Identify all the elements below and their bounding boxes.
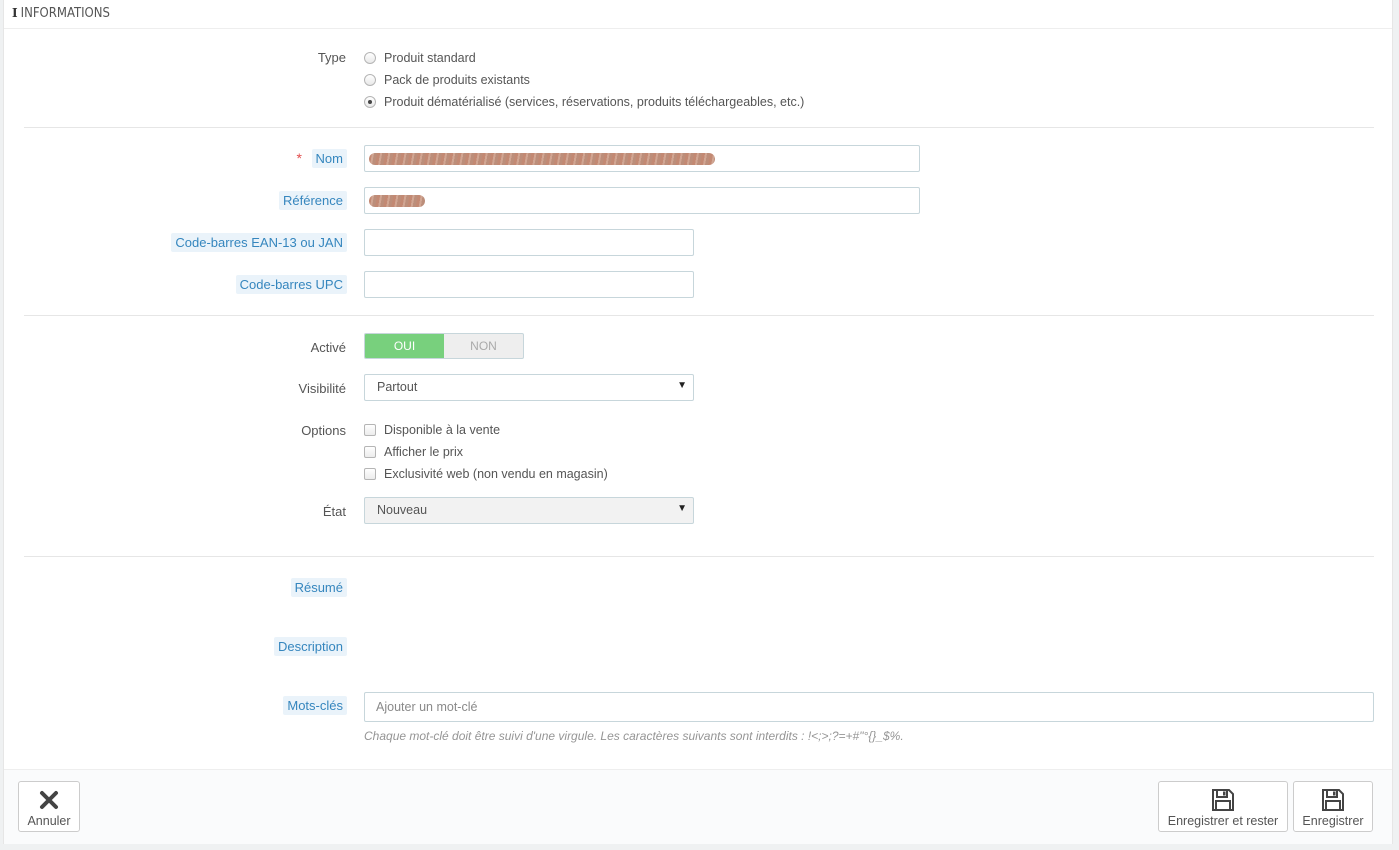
checkbox-icon[interactable] bbox=[364, 424, 376, 436]
floppy-disk-icon bbox=[1321, 782, 1345, 814]
radio-icon[interactable] bbox=[364, 74, 376, 86]
visibility-value: Partout bbox=[377, 380, 418, 394]
keywords-input[interactable]: Ajouter un mot-clé bbox=[364, 692, 1374, 722]
panel-heading-title: Informations bbox=[20, 6, 110, 21]
visibility-select[interactable]: Partout ▼ bbox=[364, 374, 694, 401]
dropdown-arrow-icon: ▼ bbox=[677, 380, 687, 391]
save-button[interactable]: Enregistrer bbox=[1293, 781, 1373, 832]
summary-label: Résumé bbox=[290, 578, 347, 597]
name-label: Nom bbox=[311, 149, 347, 168]
checkbox-icon[interactable] bbox=[364, 468, 376, 480]
type-label: Type bbox=[317, 50, 346, 65]
name-input[interactable] bbox=[364, 145, 920, 172]
type-radio-standard[interactable]: Produit standard bbox=[364, 49, 476, 67]
reference-input[interactable] bbox=[364, 187, 920, 214]
option-label: Disponible à la vente bbox=[384, 423, 501, 437]
option-label: Exclusivité web (non vendu en magasin) bbox=[384, 467, 608, 481]
divider bbox=[24, 315, 1374, 316]
cancel-button-label: Annuler bbox=[27, 814, 71, 828]
close-icon bbox=[38, 782, 60, 814]
active-switch-on[interactable]: OUI bbox=[365, 334, 444, 358]
ean13-input[interactable] bbox=[364, 229, 694, 256]
redacted-text bbox=[369, 153, 715, 165]
active-switch-off[interactable]: NON bbox=[444, 334, 523, 358]
divider bbox=[24, 127, 1374, 128]
active-switch[interactable]: OUI NON bbox=[364, 333, 524, 359]
checkbox-icon[interactable] bbox=[364, 446, 376, 458]
upc-input[interactable] bbox=[364, 271, 694, 298]
ean13-label: Code-barres EAN-13 ou JAN bbox=[171, 233, 347, 252]
option-show-price[interactable]: Afficher le prix bbox=[364, 443, 463, 461]
options-label: Options bbox=[301, 423, 346, 438]
save-button-label: Enregistrer bbox=[1302, 814, 1364, 828]
cancel-button[interactable]: Annuler bbox=[18, 781, 80, 832]
keywords-placeholder: Ajouter un mot-clé bbox=[376, 700, 478, 714]
condition-select[interactable]: Nouveau ▼ bbox=[364, 497, 694, 524]
save-and-stay-label: Enregistrer et rester bbox=[1167, 814, 1279, 828]
description-label: Description bbox=[273, 637, 347, 656]
active-label: Activé bbox=[310, 340, 346, 355]
type-radio-virtual[interactable]: Produit dématérialisé (services, réserva… bbox=[364, 93, 804, 111]
redacted-text bbox=[369, 195, 425, 207]
product-information-panel: i Informations Type Produit standard Pack… bbox=[3, 0, 1393, 844]
reference-label: Référence bbox=[279, 191, 347, 210]
info-icon: i bbox=[12, 6, 18, 20]
divider bbox=[24, 556, 1374, 557]
option-online-only[interactable]: Exclusivité web (non vendu en magasin) bbox=[364, 465, 608, 483]
condition-value: Nouveau bbox=[377, 503, 428, 517]
required-mark: * bbox=[296, 150, 302, 166]
radio-icon[interactable] bbox=[364, 52, 376, 64]
visibility-label: Visibilité bbox=[298, 381, 346, 396]
panel-heading: i Informations bbox=[4, 0, 1392, 29]
type-radio-pack[interactable]: Pack de produits existants bbox=[364, 71, 530, 89]
save-and-stay-button[interactable]: Enregistrer et rester bbox=[1158, 781, 1288, 832]
condition-label: État bbox=[322, 504, 346, 519]
radio-checked-icon[interactable] bbox=[364, 96, 376, 108]
keywords-label: Mots-clés bbox=[283, 696, 347, 715]
option-available-for-order[interactable]: Disponible à la vente bbox=[364, 421, 500, 439]
type-option-label: Pack de produits existants bbox=[384, 73, 530, 87]
panel-footer: Annuler Enregistrer et rester Enregistre… bbox=[4, 769, 1392, 844]
type-option-label: Produit standard bbox=[384, 51, 476, 65]
upc-label: Code-barres UPC bbox=[235, 275, 347, 294]
type-option-label: Produit dématérialisé (services, réserva… bbox=[384, 95, 805, 109]
floppy-disk-icon bbox=[1211, 782, 1235, 814]
keywords-help-text: Chaque mot-clé doit être suivi d'une vir… bbox=[364, 729, 904, 743]
dropdown-arrow-icon: ▼ bbox=[677, 503, 687, 514]
option-label: Afficher le prix bbox=[384, 445, 463, 459]
